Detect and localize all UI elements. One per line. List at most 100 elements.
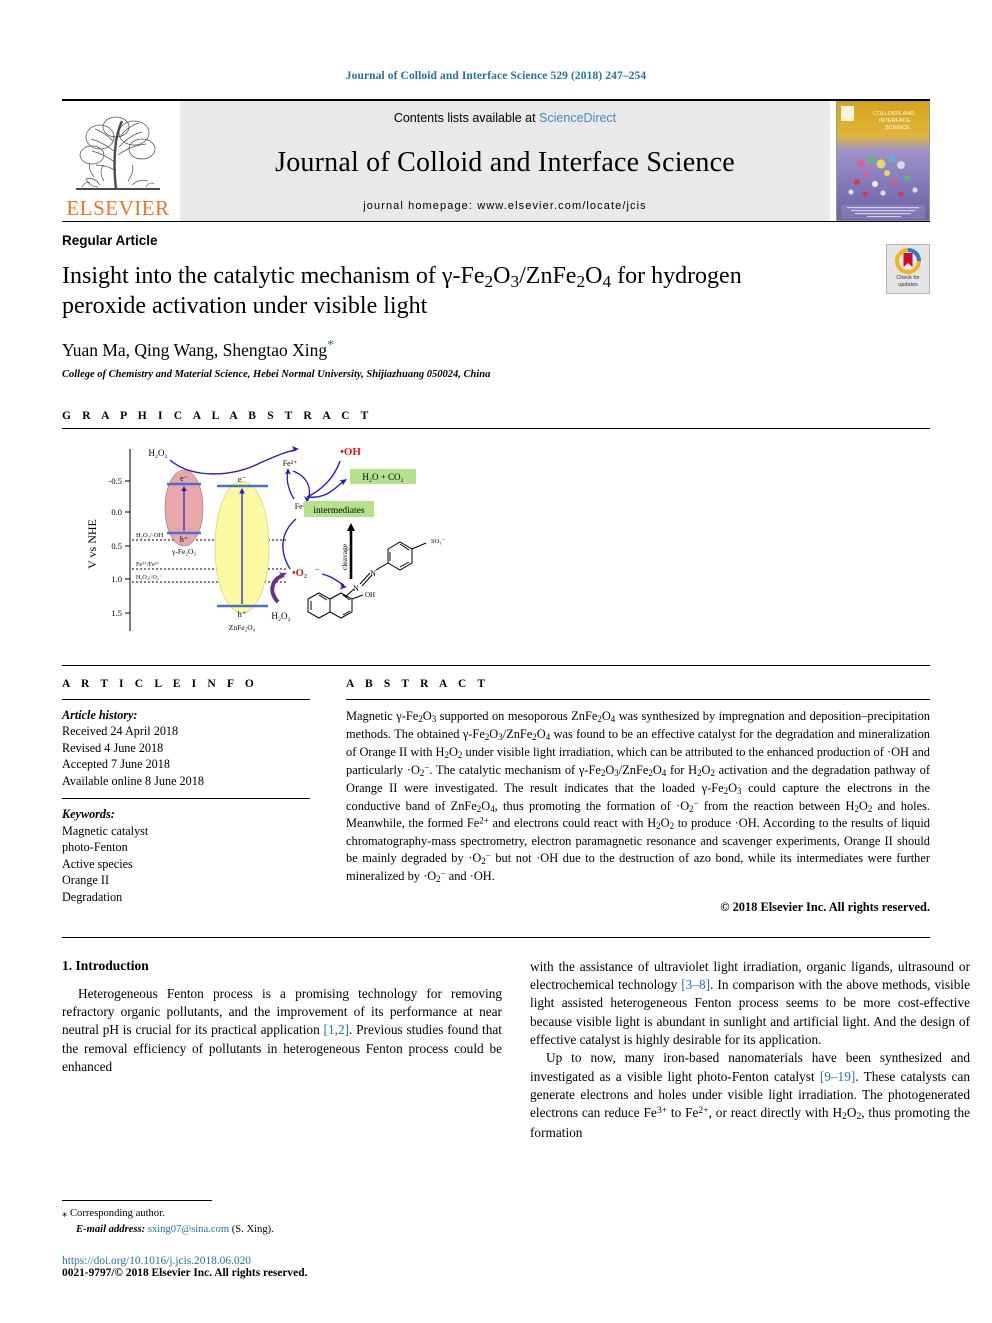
journal-cover-thumbnail: COLLOIDS AND INTERFACE SCIENCE: [836, 101, 930, 221]
body-right-column: with the assistance of ultraviolet light…: [530, 958, 970, 1142]
svg-text:0.0: 0.0: [111, 507, 122, 517]
citation-link[interactable]: [9–19]: [820, 1069, 855, 1084]
abstract-heading: A B S T R A C T: [346, 677, 490, 690]
svg-text:e⁻: e⁻: [238, 474, 247, 484]
authors-names: Yuan Ma, Qing Wang, Shengtao Xing: [62, 339, 328, 360]
keyword-item: Magnetic catalyst: [62, 823, 149, 838]
svg-text:intermediates: intermediates: [313, 506, 364, 516]
history-label: Article history:: [62, 707, 138, 722]
journal-homepage[interactable]: journal homepage: www.elsevier.com/locat…: [363, 200, 647, 212]
svg-text:INTERFACE: INTERFACE: [879, 118, 911, 124]
crossmark-line2: updates: [898, 281, 918, 288]
svg-text:γ-Fe₂O₃: γ-Fe₂O₃: [171, 547, 196, 556]
svg-text:−: −: [315, 565, 320, 574]
history-item: Available online 8 June 2018: [62, 773, 204, 788]
svg-text:H₂O₂: H₂O₂: [271, 611, 290, 621]
divider: [346, 698, 930, 700]
svg-text:H₂O₂/·OH: H₂O₂/·OH: [136, 532, 164, 539]
elsevier-logo: ELSEVIER: [62, 101, 174, 221]
journal-masthead: ELSEVIER Contents lists available at Sci…: [62, 99, 930, 221]
masthead-center: Contents lists available at ScienceDirec…: [180, 101, 830, 221]
history-item: Accepted 7 June 2018: [62, 757, 170, 772]
crossmark-line1: Check for: [896, 275, 920, 281]
keyword-item: Orange II: [62, 873, 110, 888]
keywords-label: Keywords:: [62, 807, 115, 822]
article-history: Article history: Received 24 April 2018 …: [62, 707, 310, 789]
info-abstract-block: A R T I C L E I N F O Article history: R…: [62, 664, 930, 915]
footnote-rule: [62, 1200, 212, 1202]
svg-text:OH: OH: [365, 591, 375, 599]
section-heading-introduction: 1. Introduction: [62, 957, 149, 973]
keyword-item: Active species: [62, 856, 133, 871]
svg-text:H₂O₂: H₂O₂: [148, 448, 167, 458]
graphical-abstract-section: G R A P H I C A L A B S T R A C T -0.5 0…: [62, 410, 930, 639]
issn-copyright: 0021-9797/© 2018 Elsevier Inc. All right…: [62, 1267, 308, 1279]
svg-text:V vs NHE: V vs NHE: [85, 519, 99, 569]
citation-link[interactable]: [1,2]: [324, 1022, 349, 1037]
email-note: E-mail address: sxing07@sina.com (S. Xin…: [62, 1222, 502, 1238]
cover-artwork: COLLOIDS AND INTERFACE SCIENCE: [837, 102, 929, 220]
svg-text:Fe³⁺/Fe²⁺: Fe³⁺/Fe²⁺: [136, 561, 160, 568]
svg-text:cleavage: cleavage: [340, 543, 349, 570]
email-link[interactable]: sxing07@sina.com: [148, 1224, 229, 1235]
sciencedirect-link[interactable]: ScienceDirect: [539, 111, 616, 125]
svg-text:0.5: 0.5: [111, 541, 122, 551]
running-head: Journal of Colloid and Interface Science…: [345, 70, 647, 82]
citation-link[interactable]: [3–8]: [681, 977, 710, 992]
body-left-column: 1. Introduction Heterogeneous Fenton pro…: [62, 958, 502, 1142]
crossmark-icon: [895, 248, 921, 274]
keyword-item: Degradation: [62, 889, 123, 904]
svg-text:H₂O + CO₂: H₂O + CO₂: [362, 472, 403, 482]
doi-link[interactable]: https://doi.org/10.1016/j.jcis.2018.06.0…: [62, 1255, 502, 1267]
svg-text:SO₃⁻: SO₃⁻: [431, 538, 446, 545]
corresponding-text: Corresponding author.: [69, 1208, 165, 1220]
svg-text:ZnFe₂O₄: ZnFe₂O₄: [229, 623, 256, 632]
page-footer: ⁎ Corresponding author. E-mail address: …: [62, 1200, 502, 1279]
history-item: Revised 4 June 2018: [62, 740, 164, 755]
svg-text:COLLOIDS AND: COLLOIDS AND: [873, 111, 914, 117]
history-item: Received 24 April 2018: [62, 724, 179, 739]
paper-page: Journal of Colloid and Interface Science…: [0, 0, 992, 1323]
graphical-abstract-figure: -0.5 0.0 0.5 1.0 1.5 V vs NHE H₂O₂/·OH F…: [82, 439, 512, 639]
article-info-heading: A R T I C L E I N F O: [62, 677, 258, 690]
svg-text:•O₂: •O₂: [292, 568, 307, 579]
contents-available-line: Contents lists available at ScienceDirec…: [394, 111, 616, 125]
svg-text:h⁺: h⁺: [180, 535, 188, 544]
crossmark-label: Check for updates: [896, 275, 920, 289]
keyword-item: photo-Fenton: [62, 840, 128, 855]
article-type: Regular Article: [62, 233, 158, 248]
svg-text:1.0: 1.0: [111, 574, 122, 584]
graphical-abstract-heading: G R A P H I C A L A B S T R A C T: [62, 409, 373, 422]
svg-text:H₂O₂/·O₂⁻: H₂O₂/·O₂⁻: [136, 575, 162, 581]
email-owner: (S. Xing).: [231, 1224, 274, 1236]
email-label: E-mail address:: [76, 1224, 146, 1236]
paragraph: with the assistance of ultraviolet light…: [530, 958, 970, 1048]
svg-text:•OH: •OH: [340, 446, 361, 458]
divider: [62, 427, 930, 429]
svg-text:Fe²⁺: Fe²⁺: [283, 459, 298, 468]
contents-prefix: Contents lists available at: [393, 111, 540, 125]
body-columns: 1. Introduction Heterogeneous Fenton pro…: [62, 958, 970, 1142]
svg-text:-0.5: -0.5: [109, 476, 122, 486]
article-info-column: A R T I C L E I N F O Article history: R…: [62, 678, 310, 915]
article-header: Regular Article Insight into the catalyt…: [62, 221, 930, 380]
abstract-column: A B S T R A C T Magnetic γ-Fe2O3 support…: [310, 678, 930, 915]
svg-text:h⁺: h⁺: [238, 609, 247, 619]
keywords-block: Keywords: Magnetic catalyst photo-Fenton…: [62, 806, 310, 905]
paragraph: Up to now, many iron-based nanomaterials…: [530, 1050, 971, 1140]
abstract-text: Magnetic γ-Fe2O3 supported on mesoporous…: [346, 708, 931, 884]
abstract-copyright: © 2018 Elsevier Inc. All rights reserved…: [720, 899, 930, 914]
svg-text:e⁻: e⁻: [180, 474, 188, 483]
divider: [62, 798, 310, 800]
mechanism-diagram: -0.5 0.0 0.5 1.0 1.5 V vs NHE H₂O₂/·OH F…: [85, 445, 446, 632]
elsevier-tree-icon: [76, 116, 160, 190]
journal-title: Journal of Colloid and Interface Science: [275, 146, 735, 178]
corresponding-author-note: ⁎ Corresponding author.: [62, 1206, 502, 1222]
svg-text:SCIENCE: SCIENCE: [885, 125, 910, 131]
paragraph: Heterogeneous Fenton process is a promis…: [62, 985, 503, 1075]
crossmark-badge[interactable]: Check for updates: [886, 244, 930, 294]
svg-text:N: N: [353, 584, 359, 593]
affiliation: College of Chemistry and Material Scienc…: [62, 368, 491, 380]
divider: [62, 698, 310, 700]
divider: [62, 936, 930, 938]
